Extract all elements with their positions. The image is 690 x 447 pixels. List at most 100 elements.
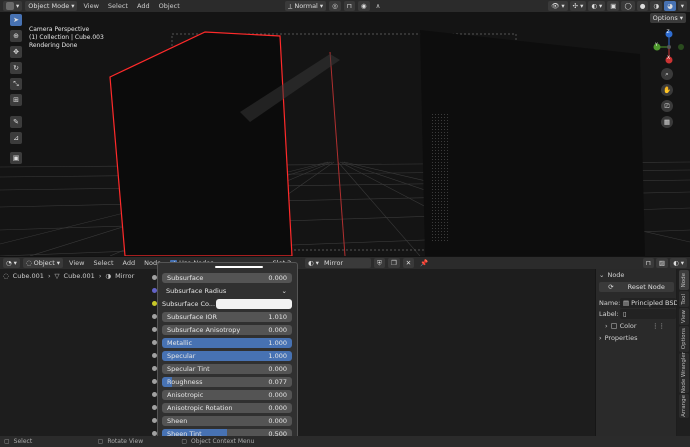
transform-orientation-dropdown[interactable]: ⟂ Normal ▾ bbox=[285, 1, 327, 11]
snap-node-button[interactable]: ⊓ bbox=[642, 258, 654, 268]
node-menu-select[interactable]: Select bbox=[90, 258, 116, 268]
subsurface-anisotropy-field[interactable]: Subsurface Anisotropy 0.000 bbox=[162, 325, 292, 335]
cube-icon bbox=[6, 2, 14, 10]
move-tool[interactable]: ✥ bbox=[10, 46, 22, 58]
render-noise bbox=[430, 112, 450, 242]
shading-rendered-button[interactable]: ◕ bbox=[664, 1, 676, 11]
sheen-field[interactable]: Sheen 0.000 bbox=[162, 416, 292, 426]
camera-icon: ⎚ bbox=[664, 101, 670, 110]
camera-view-button[interactable]: ⎚ bbox=[661, 100, 673, 112]
node-sidebar bbox=[595, 269, 676, 436]
color-subpanel[interactable]: › Color ⋮⋮ bbox=[605, 322, 665, 330]
zoom-button[interactable]: ⌕ bbox=[661, 68, 673, 80]
options-button[interactable]: Options ▾ bbox=[649, 13, 686, 23]
breadcrumb-material[interactable]: Mirror bbox=[115, 272, 134, 280]
subsurface-ior-field[interactable]: Subsurface IOR 1.010 bbox=[162, 312, 292, 322]
anisotropic-rotation-field[interactable]: Anisotropic Rotation 0.000 bbox=[162, 403, 292, 413]
measure-tool[interactable]: ⊿ bbox=[10, 132, 22, 144]
specular-field[interactable]: Specular 1.000 bbox=[162, 351, 292, 361]
rendered-icon: ◕ bbox=[667, 2, 673, 10]
backdrop-button[interactable]: ▨ bbox=[655, 258, 669, 268]
tab-node[interactable]: Node bbox=[679, 270, 689, 290]
menu-view[interactable]: View bbox=[80, 1, 101, 11]
shader-type-dropdown[interactable]: ◌ Object ▾ bbox=[22, 258, 64, 268]
magnet-icon: ⊓ bbox=[346, 2, 352, 10]
duplicate-material-button[interactable]: ❐ bbox=[387, 258, 400, 268]
transform-tool[interactable]: ⊞ bbox=[10, 94, 22, 106]
menu-object[interactable]: Object bbox=[156, 1, 183, 11]
selected-cube[interactable] bbox=[109, 31, 293, 256]
node-panel-header[interactable]: ⌄ Node bbox=[599, 271, 624, 279]
overlay-button[interactable]: ◐ ▾ bbox=[588, 1, 606, 11]
tab-options[interactable]: Options bbox=[679, 326, 689, 352]
node-label-field[interactable]: ▯ bbox=[620, 309, 676, 319]
snap-button[interactable]: ⊓ bbox=[343, 1, 355, 11]
editor-type-button[interactable]: ▾ bbox=[3, 1, 23, 11]
annotate-tool[interactable]: ✎ bbox=[10, 116, 22, 128]
falloff-icon: ∧ bbox=[375, 2, 381, 10]
xray-icon: ▣ bbox=[610, 2, 617, 10]
perspective-button[interactable]: ▦ bbox=[661, 116, 673, 128]
mode-dropdown[interactable]: Object Mode ▾ bbox=[25, 1, 78, 11]
breadcrumb-object[interactable]: Cube.001 bbox=[13, 272, 44, 280]
node-overlay-button[interactable]: ◐ ▾ bbox=[670, 258, 687, 268]
proportional-button[interactable]: ◉ bbox=[357, 1, 370, 11]
node-name-field[interactable]: ▤ Principled BSDF bbox=[620, 298, 682, 308]
xray-button[interactable]: ▣ bbox=[607, 1, 620, 11]
close-icon: ✕ bbox=[405, 259, 412, 267]
shading-solid-button[interactable]: ● bbox=[636, 1, 649, 11]
roughness-field[interactable]: Roughness 0.077 bbox=[162, 377, 292, 387]
tab-node-wrangler[interactable]: Node Wrangler bbox=[679, 352, 689, 394]
eye-icon: 👁 bbox=[551, 2, 560, 10]
node-tree-icon: ◔ bbox=[6, 259, 12, 267]
mouse-left-icon: ▢ bbox=[4, 438, 10, 445]
anisotropic-field[interactable]: Anisotropic 0.000 bbox=[162, 390, 292, 400]
menu-add[interactable]: Add bbox=[134, 1, 153, 11]
properties-subpanel[interactable]: › Properties bbox=[599, 334, 637, 342]
pan-button[interactable]: ✋ bbox=[661, 84, 673, 96]
breadcrumb-mesh[interactable]: Cube.001 bbox=[64, 272, 95, 280]
node-editor-type-button[interactable]: ◔ ▾ bbox=[3, 258, 20, 268]
viewport-3d[interactable]: Camera Perspective (1) Collection | Cube… bbox=[0, 12, 690, 256]
subsurface-color-swatch[interactable] bbox=[216, 299, 292, 309]
visibility-button[interactable]: 👁 ▾ bbox=[548, 1, 568, 11]
pin-icon: 📌 bbox=[420, 259, 429, 267]
tab-arrange[interactable]: Arrange bbox=[679, 394, 689, 418]
subsurface-field[interactable]: Subsurface 0.000 bbox=[162, 273, 292, 283]
overlay-icon: ◐ bbox=[673, 259, 679, 267]
chevron-down-icon: ▾ bbox=[680, 2, 684, 10]
tab-view[interactable]: View bbox=[679, 308, 689, 325]
tab-tool[interactable]: Tool bbox=[679, 291, 689, 307]
material-icon: ◑ bbox=[105, 272, 112, 280]
menu-select[interactable]: Select bbox=[105, 1, 131, 11]
unlink-material-button[interactable]: ✕ bbox=[402, 258, 415, 268]
mirror-cube[interactable] bbox=[420, 30, 645, 256]
gizmo-button[interactable]: ✣ ▾ bbox=[569, 1, 587, 11]
rotate-tool[interactable]: ↻ bbox=[10, 62, 22, 74]
add-cube-tool[interactable]: ▣ bbox=[10, 152, 22, 164]
specular-tint-field[interactable]: Specular Tint 0.000 bbox=[162, 364, 292, 374]
shading-material-button[interactable]: ◑ bbox=[650, 1, 663, 11]
pivot-button[interactable]: ◎ bbox=[329, 1, 341, 11]
subsurface-radius-dropdown[interactable]: Subsurface Radius ⌄ bbox=[162, 286, 292, 296]
shading-wire-button[interactable]: ◯ bbox=[621, 1, 635, 11]
select-tool[interactable]: ➤ bbox=[10, 14, 22, 26]
camera-label: Camera Perspective bbox=[29, 26, 90, 33]
navigation-gizmo[interactable]: Z Y X bbox=[652, 30, 686, 64]
scale-tool[interactable]: ⤡ bbox=[10, 78, 22, 90]
node-menu-view[interactable]: View bbox=[66, 258, 87, 268]
collection-label: (1) Collection | Cube.003 bbox=[29, 34, 104, 41]
cursor-tool[interactable]: ⊕ bbox=[10, 30, 22, 42]
magnet-icon: ⊓ bbox=[645, 259, 651, 267]
pin-button[interactable]: 📌 bbox=[417, 258, 431, 268]
material-selector[interactable]: ◐ ▾ Mirror bbox=[305, 258, 371, 268]
falloff-button[interactable]: ∧ bbox=[373, 1, 384, 11]
proportional-icon: ◉ bbox=[360, 2, 367, 10]
shading-options-button[interactable]: ▾ bbox=[677, 1, 687, 11]
fake-user-button[interactable]: ⛨ bbox=[374, 258, 385, 268]
drag-handle-icon: ⋮⋮ bbox=[652, 322, 665, 330]
metallic-field[interactable]: Metallic 1.000 bbox=[162, 338, 292, 348]
reset-node-button[interactable]: ⟳ Reset Node bbox=[599, 282, 674, 292]
mouse-right-icon: ▢ bbox=[181, 438, 188, 445]
node-menu-add[interactable]: Add bbox=[120, 258, 139, 268]
